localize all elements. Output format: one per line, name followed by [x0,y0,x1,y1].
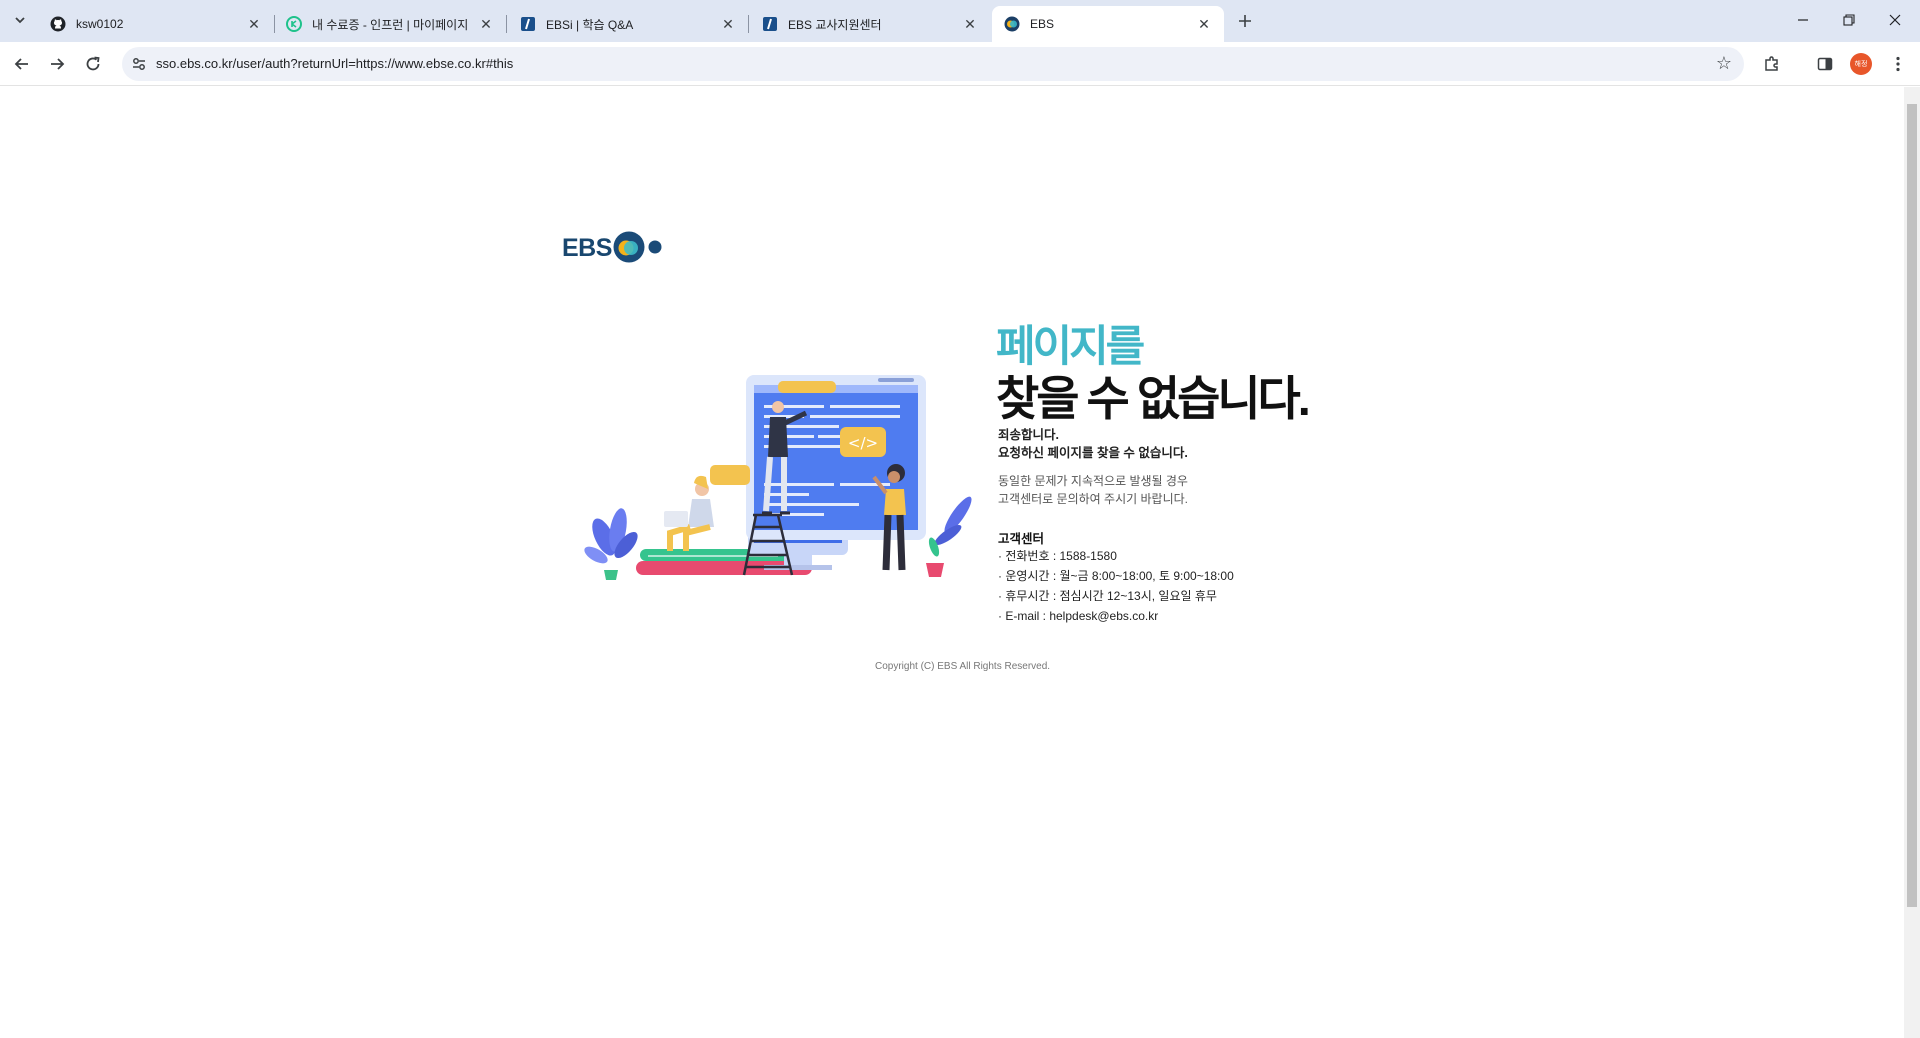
code-bubble: </> [840,427,886,457]
restore-icon [1843,14,1855,26]
close-icon [1889,14,1901,26]
puzzle-icon [1765,56,1778,71]
chevron-down-icon [15,17,25,24]
browser-toolbar: sso.ebs.co.kr/user/auth?returnUrl=https:… [0,42,1920,86]
tab-strip: ksw0102 ✕ 내 수료증 - 인프런 | 마이페이지 ✕ EBSi | 학… [0,0,1920,42]
reload-button[interactable] [79,50,107,78]
close-tab-icon[interactable]: ✕ [1196,16,1212,32]
not-found-illustration: </> [584,375,972,580]
close-window-button[interactable] [1872,0,1918,40]
not-found-text: 요청하신 페이지를 찾을 수 없습니다. [998,446,1188,460]
address-bar[interactable]: sso.ebs.co.kr/user/auth?returnUrl=https:… [122,47,1744,81]
close-tab-icon[interactable]: ✕ [962,16,978,32]
new-tab-button[interactable] [1233,9,1257,33]
ebs-icon [1004,16,1020,32]
guidance-line-1: 동일한 문제가 지속적으로 발생될 경우 [998,474,1188,488]
github-icon [50,16,66,32]
plant-right [926,496,972,577]
forward-button[interactable] [43,50,71,78]
tab-github[interactable]: ksw0102 ✕ [38,6,274,42]
tab-ebsi-qna[interactable]: EBSi | 학습 Q&A ✕ [508,6,748,42]
guidance-message: 동일한 문제가 지속적으로 발생될 경우 고객센터로 문의하여 주시기 바랍니다… [998,472,1188,508]
closed-info: · 휴무시간 : 점심시간 12~13시, 일요일 휴무 [998,589,1217,603]
extensions-button[interactable] [1760,52,1784,76]
plus-icon [1239,15,1251,27]
minimize-icon [1798,19,1808,21]
menu-button[interactable] [1886,52,1910,76]
person-sitting [664,475,714,551]
tab-inflearn[interactable]: 내 수료증 - 인프런 | 마이페이지 ✕ [274,6,506,42]
tab-title: EBSi | 학습 Q&A [546,17,634,32]
restore-button[interactable] [1826,0,1872,40]
logo-text: EBS [562,234,612,262]
copyright: Copyright (C) EBS All Rights Reserved. [875,661,1051,672]
ebs-logo-mark [613,231,662,263]
tab-search-button[interactable] [8,8,32,32]
close-tab-icon[interactable]: ✕ [720,16,736,32]
tab-title: ksw0102 [76,17,124,31]
tab-title: EBS [1030,17,1055,31]
apology-text: 죄송합니다. [998,428,1059,442]
chat-bubble [710,465,750,485]
reload-icon [86,56,100,71]
hours-info: · 운영시간 : 월~금 8:00~18:00, 토 9:00~18:00 [998,569,1234,583]
site-settings-icon[interactable] [130,55,148,73]
url-text[interactable]: sso.ebs.co.kr/user/auth?returnUrl=https:… [156,56,513,71]
side-panel-icon [1817,57,1833,71]
tab-title: 내 수료증 - 인프런 | 마이페이지 [312,17,469,32]
minimize-button[interactable] [1780,0,1826,40]
kebab-menu-icon [1896,56,1900,72]
customer-center-title: 고객센터 [998,532,1045,546]
ebs-logo[interactable]: EBS [562,230,662,264]
tab-ebs-teacher[interactable]: EBS 교사지원센터 ✕ [750,6,990,42]
scrollbar-thumb[interactable] [1907,104,1917,907]
tab-ebs[interactable]: EBS ✕ [992,6,1224,42]
chat-bubble [778,381,836,393]
back-button[interactable] [8,50,36,78]
ebsi-icon [763,17,777,31]
bookmark-star-icon[interactable]: ☆ [1716,53,1732,74]
ebsi-icon [521,17,535,31]
guidance-line-2: 고객센터로 문의하여 주시기 바랍니다. [998,492,1188,506]
arrow-right-icon [51,58,65,70]
close-tab-icon[interactable]: ✕ [246,16,262,32]
close-tab-icon[interactable]: ✕ [478,16,494,32]
headline-main: 찾을 수 없습니다. [996,372,1311,425]
profile-avatar[interactable]: 해정 [1850,53,1872,75]
tab-separator [506,15,507,33]
inflearn-icon [286,16,302,32]
svg-text:</>: </> [848,434,878,452]
arrow-left-icon [14,58,28,70]
customer-center-info: · 전화번호 : 1588-1580 · 운영시간 : 월~금 8:00~18:… [998,546,1234,626]
plant-left [584,508,638,580]
phone-info: · 전화번호 : 1588-1580 [998,549,1117,563]
error-message: 죄송합니다. 요청하신 페이지를 찾을 수 없습니다. [998,426,1188,462]
email-info[interactable]: · E-mail : helpdesk@ebs.co.kr [998,606,1234,626]
side-panel-button[interactable] [1813,52,1837,76]
tab-separator [748,15,749,33]
tab-title: EBS 교사지원센터 [788,17,882,32]
